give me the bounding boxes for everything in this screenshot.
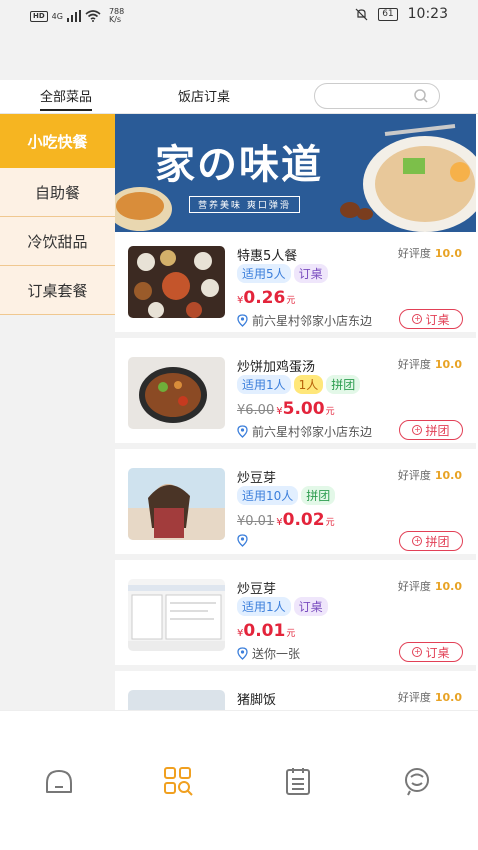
book-table-button[interactable]: + 订桌: [399, 309, 463, 329]
group-size-badge: 1人: [293, 375, 324, 394]
plus-icon: +: [412, 536, 423, 546]
plus-icon: +: [412, 314, 423, 324]
wifi-icon: [85, 10, 101, 22]
plus-icon: +: [412, 425, 423, 435]
book-table-button[interactable]: + 订桌: [399, 642, 463, 662]
original-price: ¥0.01: [237, 514, 275, 529]
list-item[interactable]: 炒豆芽 好评度 10.0 适用10人 拼团 ¥0.01 ¥0.02 元 + 拼团: [115, 454, 476, 560]
dish-thumbnail: [128, 468, 225, 540]
location-pin-icon: [237, 425, 248, 438]
group-buy-badge: 拼团: [326, 375, 361, 394]
orders-icon[interactable]: [282, 765, 314, 797]
sidebar-item-drinks-desserts[interactable]: 冷饮甜品: [0, 217, 115, 266]
network-speed: 788 K/s: [108, 7, 125, 24]
group-buy-button[interactable]: + 拼团: [399, 531, 463, 551]
original-price: ¥6.00: [237, 403, 275, 418]
dish-title: 炒饼加鸡蛋汤: [237, 360, 316, 375]
group-buy-badge: 拼团: [301, 486, 336, 505]
dish-thumbnail: [128, 579, 225, 651]
network-type: 4G: [51, 11, 63, 21]
mute-bell-icon: [355, 8, 368, 20]
battery-icon: 61: [378, 7, 398, 21]
price: ¥0.01 元: [237, 621, 296, 641]
list-item[interactable]: 特惠5人餐 好评度 10.0 适用5人 订桌 ¥0.26 元 前六星村邻家小店东边 …: [115, 232, 476, 338]
location-pin-icon: [237, 534, 248, 547]
clock: 10:23: [407, 6, 448, 22]
tab-bar: 全部菜品 饭店订桌: [0, 80, 478, 114]
serves-badge: 适用5人: [237, 264, 291, 283]
tab-all-dishes[interactable]: 全部菜品: [40, 86, 93, 111]
dish-thumbnail: [128, 690, 225, 710]
serves-badge: 适用10人: [237, 486, 299, 505]
plus-icon: +: [412, 647, 423, 657]
dish-title: 炒豆芽: [237, 471, 277, 486]
search-icon[interactable]: [413, 88, 429, 104]
dish-thumbnail: [128, 357, 225, 429]
dish-address: 前六星村邻家小店东边: [252, 425, 373, 439]
sidebar-item-buffet[interactable]: 自助餐: [0, 168, 115, 217]
rating: 好评度 10.0: [397, 580, 462, 593]
header-spacer: [0, 34, 478, 80]
hd-indicator: HD: [30, 10, 48, 22]
rating: 好评度 10.0: [397, 691, 462, 704]
category-sidebar: 小吃快餐 自助餐 冷饮甜品 订桌套餐: [0, 114, 115, 710]
serves-badge: 适用1人: [237, 597, 291, 616]
list-item[interactable]: 猪脚饭 好评度 10.0: [115, 676, 476, 710]
group-buy-button[interactable]: + 拼团: [399, 420, 463, 440]
rating: 好评度 10.0: [397, 247, 462, 260]
price: ¥0.01 ¥0.02 元: [237, 510, 335, 530]
bottom-nav: [0, 710, 478, 850]
search-input[interactable]: [314, 83, 440, 109]
home-icon[interactable]: [43, 765, 75, 797]
list-item[interactable]: 炒饼加鸡蛋汤 好评度 10.0 适用1人 1人 拼团 ¥6.00 ¥5.00 元 前六…: [115, 343, 476, 449]
banner-title: 家の味道: [155, 141, 323, 188]
dish-list: 家の味道 营养美味 爽口弹滑 特惠5人餐 好评度 10.0 适用5人 订桌 ¥0.…: [115, 114, 478, 710]
serves-badge: 适用1人: [237, 375, 291, 394]
tab-restaurant-booking[interactable]: 饭店订桌: [178, 86, 230, 105]
rating: 好评度 10.0: [397, 358, 462, 371]
profile-icon[interactable]: [401, 765, 433, 797]
dish-thumbnail: [128, 246, 225, 318]
banner-subtitle: 营养美味 爽口弹滑: [189, 196, 300, 213]
promo-banner[interactable]: 家の味道 营养美味 爽口弹滑: [115, 114, 476, 232]
price: ¥6.00 ¥5.00 元: [237, 399, 335, 419]
price: ¥0.26 元: [237, 288, 296, 308]
location-pin-icon: [237, 314, 248, 327]
rating: 好评度 10.0: [397, 469, 462, 482]
location-pin-icon: [237, 647, 248, 660]
dish-address: 前六星村邻家小店东边: [252, 314, 373, 328]
dish-title: 猪脚饭: [237, 693, 277, 708]
signal-icon: [66, 10, 81, 22]
category-search-icon[interactable]: [162, 765, 194, 797]
booking-badge: 订桌: [293, 264, 328, 283]
list-item[interactable]: 炒豆芽 好评度 10.0 适用1人 订桌 ¥0.01 元 送你一张 + 订桌: [115, 565, 476, 671]
dish-title: 炒豆芽: [237, 582, 277, 597]
status-bar: HD 4G 788 K/s 61 10:23: [0, 0, 478, 34]
dish-address: 送你一张: [252, 647, 301, 661]
booking-badge: 订桌: [293, 597, 328, 616]
dish-title: 特惠5人餐: [237, 249, 298, 264]
sidebar-item-table-packages[interactable]: 订桌套餐: [0, 266, 115, 315]
sidebar-item-snacks[interactable]: 小吃快餐: [0, 114, 115, 168]
